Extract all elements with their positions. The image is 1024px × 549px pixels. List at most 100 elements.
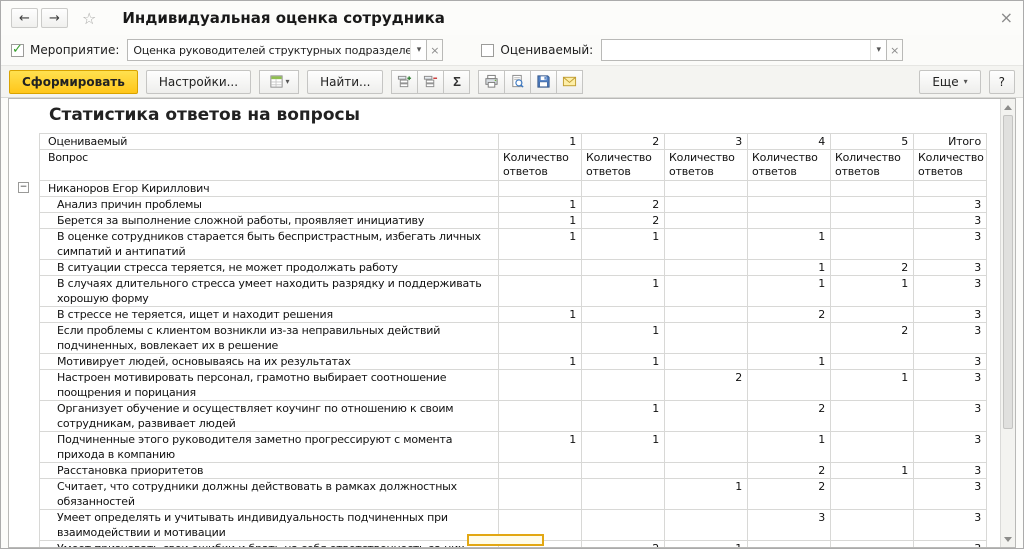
total-cell[interactable]: 3 [913, 275, 987, 307]
score-cell[interactable]: 2 [581, 196, 665, 213]
score-cell[interactable] [747, 180, 831, 197]
score-cell[interactable] [830, 431, 914, 463]
question-cell[interactable]: В случаях длительного стресса умеет нахо… [39, 275, 499, 307]
score-cell[interactable]: 1 [664, 540, 748, 547]
score-cell[interactable]: 1 [747, 275, 831, 307]
event-label[interactable]: Мероприятие: [30, 43, 119, 57]
help-button[interactable]: ? [988, 69, 1015, 94]
total-cell[interactable]: 3 [913, 306, 987, 323]
header-score-3[interactable]: 3 [664, 133, 748, 150]
header-score-5[interactable]: 5 [830, 133, 914, 150]
total-cell[interactable]: 3 [913, 540, 987, 547]
score-cell[interactable] [830, 353, 914, 370]
score-cell[interactable]: 1 [498, 196, 582, 213]
question-cell[interactable]: Настроен мотивировать персонал, грамотно… [39, 369, 499, 401]
more-button[interactable]: Еще ▾ [919, 69, 981, 94]
score-cell[interactable]: 2 [747, 306, 831, 323]
group-expander[interactable]: − [18, 182, 29, 193]
vertical-scrollbar[interactable] [1000, 99, 1015, 547]
autosum-button[interactable]: Σ [443, 69, 471, 94]
total-cell[interactable]: 3 [913, 353, 987, 370]
score-cell[interactable] [664, 306, 748, 323]
score-cell[interactable]: 1 [830, 462, 914, 479]
email-button[interactable] [556, 69, 584, 94]
score-cell[interactable]: 1 [830, 275, 914, 307]
header-count[interactable]: Количество ответов [830, 149, 914, 181]
question-cell[interactable]: Если проблемы с клиентом возникли из-за … [39, 322, 499, 354]
selected-cell[interactable] [467, 534, 544, 546]
question-cell[interactable]: В оценке сотрудников старается быть бесп… [39, 228, 499, 260]
find-button[interactable]: Найти... [307, 69, 384, 94]
scroll-down-button[interactable] [1001, 532, 1015, 546]
score-cell[interactable]: 1 [498, 228, 582, 260]
scroll-up-button[interactable] [1001, 100, 1015, 114]
score-cell[interactable]: 1 [581, 228, 665, 260]
header-count[interactable]: Количество ответов [913, 149, 987, 181]
header-evaluated[interactable]: Оцениваемый [39, 133, 499, 150]
event-combo-clear-icon[interactable]: × [427, 39, 444, 61]
score-cell[interactable] [664, 275, 748, 307]
back-button[interactable]: ← [11, 8, 38, 28]
score-cell[interactable] [664, 353, 748, 370]
score-cell[interactable] [581, 478, 665, 510]
header-count[interactable]: Количество ответов [747, 149, 831, 181]
total-cell[interactable]: 3 [913, 431, 987, 463]
score-cell[interactable]: 1 [498, 306, 582, 323]
close-icon[interactable]: × [1000, 10, 1013, 26]
question-cell[interactable]: Анализ причин проблемы [39, 196, 499, 213]
score-cell[interactable] [664, 322, 748, 354]
header-total[interactable]: Итого [913, 133, 987, 150]
score-cell[interactable] [830, 306, 914, 323]
header-score-1[interactable]: 1 [498, 133, 582, 150]
score-cell[interactable]: 1 [664, 478, 748, 510]
scrollbar-thumb[interactable] [1003, 115, 1013, 429]
score-cell[interactable] [581, 509, 665, 541]
score-cell[interactable] [747, 322, 831, 354]
question-cell[interactable]: В ситуации стресса теряется, не может пр… [39, 259, 499, 276]
score-cell[interactable] [581, 306, 665, 323]
score-cell[interactable] [747, 212, 831, 229]
score-cell[interactable]: 2 [747, 478, 831, 510]
question-cell[interactable]: Считает, что сотрудники должны действова… [39, 478, 499, 510]
score-cell[interactable]: 1 [498, 353, 582, 370]
total-cell[interactable]: 3 [913, 400, 987, 432]
total-cell[interactable]: 3 [913, 322, 987, 354]
total-cell[interactable]: 3 [913, 259, 987, 276]
score-cell[interactable]: 1 [498, 212, 582, 229]
score-cell[interactable]: 2 [830, 322, 914, 354]
score-cell[interactable] [581, 462, 665, 479]
total-cell[interactable]: 3 [913, 478, 987, 510]
question-cell[interactable]: В стрессе не теряется, ищет и находит ре… [39, 306, 499, 323]
score-cell[interactable] [830, 180, 914, 197]
person-combo[interactable]: ▾ [601, 39, 888, 61]
report-variant-button[interactable]: ▾ [259, 69, 300, 94]
score-cell[interactable] [498, 322, 582, 354]
score-cell[interactable]: 1 [581, 322, 665, 354]
header-count[interactable]: Количество ответов [581, 149, 665, 181]
score-cell[interactable] [498, 369, 582, 401]
header-count[interactable]: Количество ответов [498, 149, 582, 181]
total-cell[interactable]: 3 [913, 228, 987, 260]
header-score-2[interactable]: 2 [581, 133, 665, 150]
score-cell[interactable] [664, 462, 748, 479]
score-cell[interactable] [830, 540, 914, 547]
header-question[interactable]: Вопрос [39, 149, 499, 181]
score-cell[interactable] [830, 196, 914, 213]
event-combo-dropdown-icon[interactable]: ▾ [410, 40, 426, 60]
score-cell[interactable]: 1 [581, 400, 665, 432]
question-cell[interactable]: Подчиненные этого руководителя заметно п… [39, 431, 499, 463]
score-cell[interactable] [498, 180, 582, 197]
event-checkbox[interactable] [11, 42, 24, 57]
settings-button[interactable]: Настройки... [145, 69, 252, 94]
group-name-cell[interactable]: Никаноров Егор Кириллович [39, 180, 499, 197]
score-cell[interactable] [581, 369, 665, 401]
score-cell[interactable] [664, 180, 748, 197]
question-cell[interactable]: Мотивирует людей, основываясь на их резу… [39, 353, 499, 370]
score-cell[interactable] [498, 275, 582, 307]
score-cell[interactable]: 2 [581, 540, 665, 547]
question-cell[interactable]: Расстановка приоритетов [39, 462, 499, 479]
score-cell[interactable] [830, 509, 914, 541]
question-cell[interactable]: Организует обучение и осуществляет коучи… [39, 400, 499, 432]
score-cell[interactable]: 2 [747, 400, 831, 432]
score-cell[interactable] [498, 259, 582, 276]
